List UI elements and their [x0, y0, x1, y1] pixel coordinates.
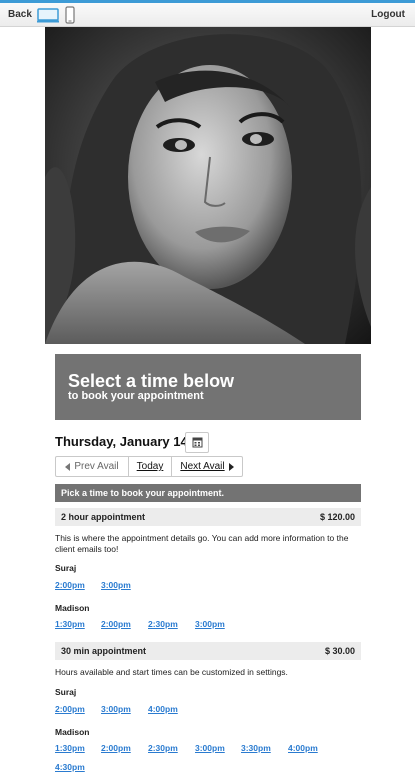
back-button[interactable]: Back: [8, 9, 32, 20]
appointment-price: $ 30.00: [324, 646, 355, 656]
time-slot[interactable]: 2:00pm: [101, 619, 131, 629]
prev-avail-label: Prev Avail: [74, 461, 119, 472]
today-label: Today: [136, 461, 164, 472]
time-slot[interactable]: 3:00pm: [195, 619, 225, 629]
prev-avail-button[interactable]: Prev Avail: [56, 457, 128, 476]
selected-date: Thursday, January 14: [55, 434, 188, 449]
appointment-header: 30 min appointment $ 30.00: [55, 642, 361, 660]
time-slot[interactable]: 2:30pm: [148, 619, 178, 629]
time-slot[interactable]: 2:00pm: [101, 743, 131, 753]
desktop-icon[interactable]: [37, 8, 59, 23]
appointment-name: 2 hour appointment: [61, 512, 145, 522]
time-slot[interactable]: 1:30pm: [55, 743, 85, 753]
time-slot[interactable]: 3:00pm: [101, 704, 131, 714]
time-slot[interactable]: 4:30pm: [55, 762, 85, 772]
today-button[interactable]: Today: [128, 457, 172, 476]
time-slot[interactable]: 2:30pm: [148, 743, 178, 753]
mobile-icon[interactable]: [65, 6, 75, 24]
chevron-left-icon: [65, 462, 71, 471]
time-slot[interactable]: 1:30pm: [55, 619, 85, 629]
appointment-description: Hours available and start times can be c…: [55, 667, 288, 677]
time-slot[interactable]: 3:00pm: [101, 580, 131, 590]
appointment-price: $ 120.00: [319, 512, 355, 522]
date-navigation: Prev Avail Today Next Avail: [55, 456, 243, 477]
booking-banner: Select a time below to book your appoint…: [55, 354, 361, 420]
appointment-name: 30 min appointment: [61, 646, 147, 656]
time-slot[interactable]: 4:00pm: [288, 743, 318, 753]
time-slot[interactable]: 3:00pm: [195, 743, 225, 753]
chevron-right-icon: [228, 462, 234, 471]
time-slot[interactable]: 2:00pm: [55, 580, 85, 590]
next-avail-button[interactable]: Next Avail: [172, 457, 242, 476]
top-toolbar: Back Logout: [0, 0, 415, 27]
banner-subtitle: to book your appointment: [68, 390, 204, 402]
staff-name: Suraj: [55, 687, 77, 697]
calendar-button[interactable]: [185, 432, 209, 453]
appointment-header: 2 hour appointment $ 120.00: [55, 508, 361, 526]
time-slot[interactable]: 4:00pm: [148, 704, 178, 714]
pick-time-header: Pick a time to book your appointment.: [55, 484, 361, 502]
appointment-description: This is where the appointment details go…: [55, 533, 349, 554]
time-slot[interactable]: 3:30pm: [241, 743, 271, 753]
next-avail-label: Next Avail: [180, 461, 225, 472]
staff-name: Suraj: [55, 563, 77, 573]
staff-name: Madison: [55, 603, 90, 613]
hero-photo: [45, 27, 371, 344]
time-slot[interactable]: 2:00pm: [55, 704, 85, 714]
calendar-icon: [192, 437, 203, 448]
banner-title: Select a time below: [68, 371, 235, 391]
staff-name: Madison: [55, 727, 90, 737]
logout-button[interactable]: Logout: [371, 9, 405, 20]
